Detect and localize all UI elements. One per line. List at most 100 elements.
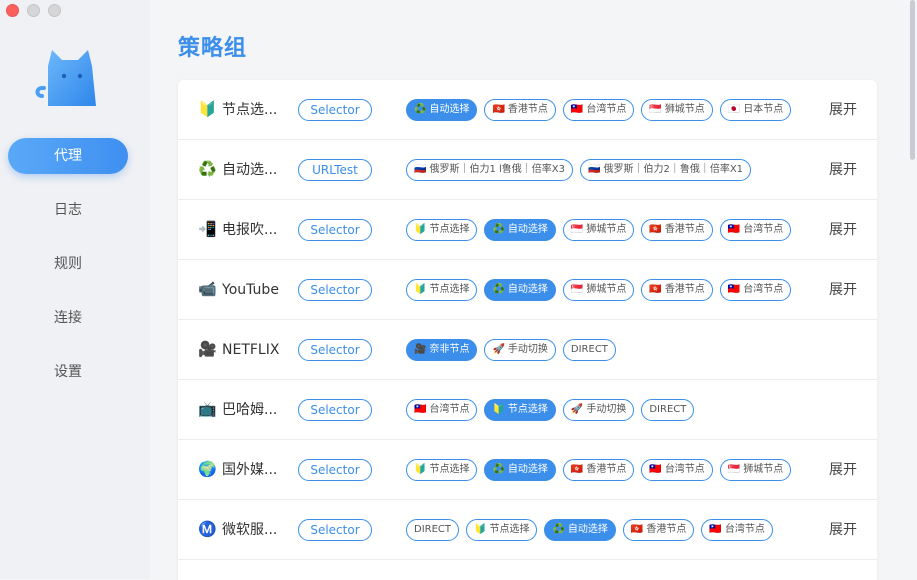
proxy-chip[interactable]: 🇹🇼 台湾节点 — [406, 399, 478, 421]
proxy-chip-label: DIRECT — [570, 344, 608, 355]
proxy-chip[interactable]: 🇸🇬 狮城节点 — [641, 99, 713, 121]
proxy-chip-label: 狮城节点 — [586, 284, 627, 295]
proxy-chip-label: 俄罗斯｜伯力2｜鲁俄｜倍率X1 — [603, 164, 744, 175]
proxy-chip[interactable]: 🇹🇼 台湾节点 — [562, 99, 635, 121]
expand-button[interactable]: 展开 — [829, 140, 857, 200]
flag-icon: ♻️ — [492, 284, 505, 295]
flag-icon: 🇹🇼 — [649, 464, 662, 475]
expand-button[interactable]: 展开 — [829, 200, 857, 260]
group-name: 巴哈姆... — [222, 402, 278, 418]
proxy-chip[interactable]: 🇭🇰 香港节点 — [641, 279, 713, 301]
proxy-chip[interactable]: 🚀 手动切换 — [484, 339, 556, 361]
proxy-chip-label: 自动选择 — [507, 284, 548, 295]
proxy-chip-selected[interactable]: 🎥 奈非节点 — [406, 339, 478, 361]
flag-icon: 🇹🇼 — [727, 284, 741, 295]
group-emoji-icon: 📹 — [198, 280, 217, 298]
sidebar-item-connections[interactable]: 连接 — [8, 300, 128, 336]
group-name: 自动选... — [222, 162, 278, 178]
proxy-chip[interactable]: 🇭🇰 香港节点 — [622, 519, 695, 541]
flag-icon: 🔰 — [492, 404, 505, 415]
proxy-chip[interactable]: 🇸🇬 狮城节点 — [562, 219, 635, 241]
proxy-chip-selected[interactable]: ♻️ 自动选择 — [484, 459, 556, 481]
proxy-chip-selected[interactable]: ♻️ 自动选择 — [544, 519, 616, 541]
proxy-chip-label: 俄罗斯｜伯力1 l鲁俄｜倍率X3 — [429, 164, 565, 175]
proxy-chip-label: 节点选择 — [429, 224, 470, 235]
flag-icon: ♻️ — [492, 224, 505, 235]
proxy-chip[interactable]: 🇸🇬 狮城节点 — [719, 459, 792, 481]
proxy-chip[interactable]: 🇯🇵 日本节点 — [719, 99, 792, 121]
proxy-chip-label: 台湾节点 — [664, 464, 705, 475]
flag-icon: 🔰 — [474, 524, 487, 535]
proxy-chip[interactable]: 🇷🇺 俄罗斯｜伯力1 l鲁俄｜倍率X3 — [406, 159, 573, 181]
proxy-chip[interactable]: 🇭🇰 香港节点 — [641, 219, 713, 241]
group-type-badge: Selector — [298, 399, 372, 421]
proxy-chip-label: 狮城节点 — [586, 224, 627, 235]
proxy-chip[interactable]: DIRECT — [406, 519, 460, 541]
sidebar-item-rules[interactable]: 规则 — [8, 246, 128, 282]
group-emoji-icon: 📺 — [198, 400, 217, 418]
proxy-chip[interactable]: 🇹🇼 台湾节点 — [641, 459, 713, 481]
proxy-chip-list: 🎥 奈非节点 🚀 手动切换 DIRECT — [406, 339, 616, 361]
proxy-chip[interactable]: 🇹🇼 台湾节点 — [701, 519, 773, 541]
expand-button[interactable]: 展开 — [829, 500, 857, 560]
expand-button[interactable]: 展开 — [829, 260, 857, 320]
policy-group-row: 🎥 NETFLIX Selector 🎥 奈非节点 🚀 手动切换 DIRECT — [178, 320, 877, 380]
proxy-chip[interactable]: 🇭🇰 香港节点 — [562, 459, 635, 481]
proxy-chip[interactable]: 🔰 节点选择 — [406, 459, 478, 481]
proxy-chip[interactable]: 🔰 节点选择 — [406, 219, 478, 241]
policy-group-row: 🔰 节点选... Selector ♻️ 自动选择 🇭🇰 香港节点 🇹🇼 台湾节点 🇸🇬 狮城节点 🇯… — [178, 80, 877, 140]
proxy-chip-list: 🇹🇼 台湾节点 🔰 节点选择 🚀 手动切换 DIRECT — [406, 399, 695, 421]
group-emoji-icon: 📲 — [198, 220, 217, 238]
close-window-button[interactable] — [6, 4, 19, 17]
proxy-chip-label: 台湾节点 — [429, 404, 470, 415]
flag-icon: 🇸🇬 — [649, 104, 662, 115]
proxy-chip[interactable]: 🚀 手动切换 — [562, 399, 635, 421]
proxy-chip[interactable]: DIRECT — [562, 339, 616, 361]
flag-icon: 🇭🇰 — [649, 224, 662, 235]
proxy-chip-label: DIRECT — [649, 404, 687, 415]
proxy-chip-label: 节点选择 — [429, 284, 470, 295]
proxy-chip-selected[interactable]: 🔰 节点选择 — [484, 399, 556, 421]
flag-icon: 🔰 — [414, 224, 427, 235]
sidebar: 代理 日志 规则 连接 设置 — [0, 0, 150, 579]
group-type-badge: Selector — [298, 339, 372, 361]
proxy-chip-label: 台湾节点 — [743, 284, 784, 295]
proxy-chip-selected[interactable]: ♻️ 自动选择 — [406, 99, 478, 121]
proxy-chip-label: 台湾节点 — [743, 224, 784, 235]
proxy-chip[interactable]: 🇷🇺 俄罗斯｜伯力2｜鲁俄｜倍率X1 — [580, 159, 752, 181]
group-name: 电报吹... — [222, 222, 278, 238]
scrollbar[interactable] — [910, 0, 915, 160]
flag-icon: 🔰 — [414, 464, 427, 475]
sidebar-item-proxy[interactable]: 代理 — [8, 138, 128, 174]
proxy-chip[interactable]: 🇹🇼 台湾节点 — [719, 279, 792, 301]
expand-button[interactable]: 展开 — [829, 80, 857, 140]
flag-icon: 🔰 — [414, 284, 427, 295]
maximize-window-button[interactable] — [48, 4, 61, 17]
proxy-chip-selected[interactable]: ♻️ 自动选择 — [484, 279, 556, 301]
proxy-chip-label: 手动切换 — [507, 344, 548, 355]
group-emoji-icon: 🎥 — [198, 340, 217, 358]
minimize-window-button[interactable] — [27, 4, 40, 17]
policy-group-row: ♻️ 自动选... URLTest 🇷🇺 俄罗斯｜伯力1 l鲁俄｜倍率X3 🇷🇺 俄罗斯｜伯… — [178, 140, 877, 200]
policy-group-row: 📺 巴哈姆... Selector 🇹🇼 台湾节点 🔰 节点选择 🚀 手动切换 DIRECT — [178, 380, 877, 440]
policy-group-row: 📲 电报吹... Selector 🔰 节点选择 ♻️ 自动选择 🇸🇬 狮城节点 🇭🇰 香港节点 🇹🇼… — [178, 200, 877, 260]
proxy-chip[interactable]: 🔰 节点选择 — [466, 519, 538, 541]
proxy-chip-label: 手动切换 — [586, 404, 627, 415]
proxy-chip-selected[interactable]: ♻️ 自动选择 — [484, 219, 556, 241]
flag-icon: ♻️ — [492, 464, 505, 475]
proxy-chip-label: 奈非节点 — [429, 344, 470, 355]
proxy-chip[interactable]: 🇭🇰 香港节点 — [484, 99, 556, 121]
proxy-chip[interactable]: DIRECT — [641, 399, 695, 421]
policy-group-list: 🔰 节点选... Selector ♻️ 自动选择 🇭🇰 香港节点 🇹🇼 台湾节点 🇸🇬 狮城节点 🇯… — [178, 80, 877, 580]
sidebar-item-logs[interactable]: 日志 — [8, 192, 128, 228]
proxy-chip[interactable]: 🇸🇬 狮城节点 — [562, 279, 635, 301]
proxy-chip-label: 自动选择 — [429, 104, 470, 115]
group-emoji-icon: Ⓜ️ — [198, 520, 217, 538]
proxy-chip-label: 日本节点 — [743, 104, 784, 115]
group-name: 国外媒... — [222, 462, 278, 478]
expand-button[interactable]: 展开 — [829, 440, 857, 500]
proxy-chip[interactable]: 🔰 节点选择 — [406, 279, 478, 301]
sidebar-item-settings[interactable]: 设置 — [8, 354, 128, 390]
proxy-chip[interactable]: 🇹🇼 台湾节点 — [719, 219, 792, 241]
group-name: 节点选... — [222, 102, 278, 118]
